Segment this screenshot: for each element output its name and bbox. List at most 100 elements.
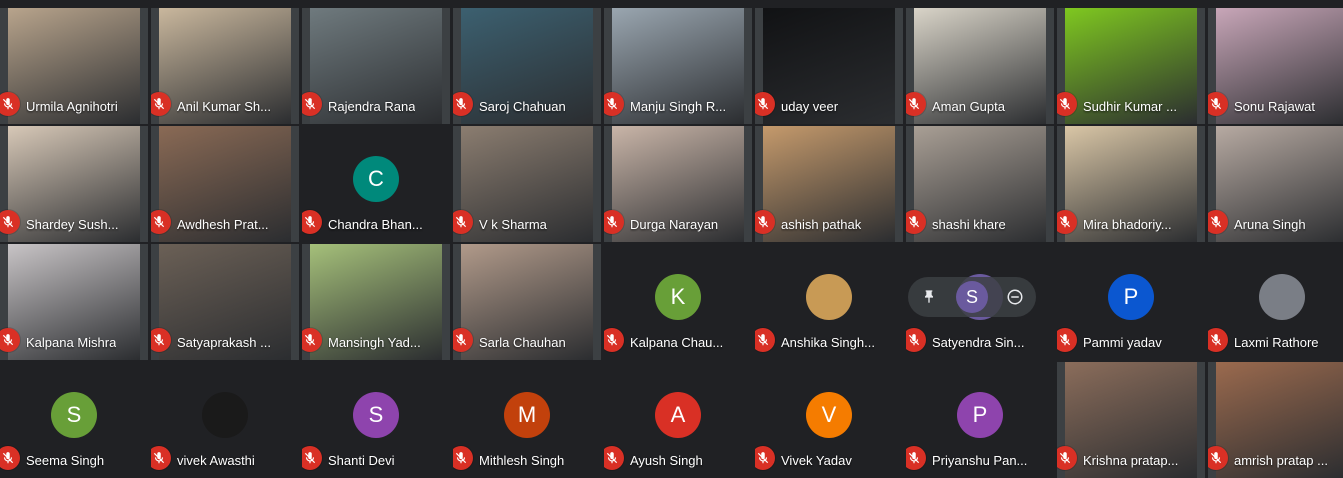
participant-tile[interactable]: Manju Singh R... bbox=[604, 8, 752, 124]
participant-tile[interactable]: ashish pathak bbox=[755, 126, 903, 242]
participant-name: shashi khare bbox=[932, 217, 1006, 232]
participant-avatar-mini: S bbox=[955, 281, 988, 313]
participant-name: Kalpana Mishra bbox=[26, 335, 117, 350]
participant-avatar bbox=[202, 392, 248, 439]
participant-name: Mansingh Yad... bbox=[328, 335, 421, 350]
participant-name: Anil Kumar Sh... bbox=[177, 99, 271, 114]
participant-tile[interactable]: uday veer bbox=[755, 8, 903, 124]
participant-name: Awdhesh Prat... bbox=[177, 217, 269, 232]
participant-tile[interactable]: M Mithlesh Singh bbox=[453, 362, 601, 478]
participant-name: amrish pratap ... bbox=[1234, 453, 1328, 468]
participant-name: Sudhir Kumar ... bbox=[1083, 99, 1177, 114]
participant-name: Chandra Bhan... bbox=[328, 217, 423, 232]
mic-off-icon bbox=[1057, 328, 1077, 352]
participant-tile[interactable]: Aman Gupta bbox=[906, 8, 1054, 124]
participant-name: Mira bhadoriy... bbox=[1083, 217, 1172, 232]
participant-name: Pammi yadav bbox=[1083, 335, 1162, 350]
participant-tile[interactable]: Krishna pratap... bbox=[1057, 362, 1205, 478]
participant-tile[interactable]: Sarla Chauhan bbox=[453, 244, 601, 360]
participant-name: Aruna Singh bbox=[1234, 217, 1306, 232]
participant-tile[interactable]: Mira bhadoriy... bbox=[1057, 126, 1205, 242]
participant-tile[interactable]: Awdhesh Prat... bbox=[151, 126, 299, 242]
participant-name: Krishna pratap... bbox=[1083, 453, 1179, 468]
participant-tile[interactable]: shashi khare bbox=[906, 126, 1054, 242]
participant-tile[interactable]: Laxmi Rathore bbox=[1208, 244, 1343, 360]
mic-off-icon bbox=[755, 328, 775, 352]
participant-name: V k Sharma bbox=[479, 217, 547, 232]
participant-name: Vivek Yadav bbox=[781, 453, 852, 468]
participant-tile[interactable]: K Kalpana Chau... bbox=[604, 244, 752, 360]
remove-icon[interactable] bbox=[999, 281, 1031, 313]
participant-tile[interactable]: S Seema Singh bbox=[0, 362, 148, 478]
participant-name: Manju Singh R... bbox=[630, 99, 727, 114]
participant-avatar: C bbox=[353, 156, 399, 203]
participant-tile[interactable]: Anshika Singh... bbox=[755, 244, 903, 360]
participant-tile[interactable]: Urmila Agnihotri bbox=[0, 8, 148, 124]
participant-tile[interactable]: A Ayush Singh bbox=[604, 362, 752, 478]
tile-hover-controls: S bbox=[908, 277, 1036, 317]
participant-tile[interactable]: vivek Awasthi bbox=[151, 362, 299, 478]
mic-off-icon bbox=[1208, 328, 1228, 352]
participant-name: Rajendra Rana bbox=[328, 99, 416, 114]
participant-name: Saroj Chahuan bbox=[479, 99, 566, 114]
participant-name: Sonu Rajawat bbox=[1234, 99, 1315, 114]
participant-name: ashish pathak bbox=[781, 217, 862, 232]
participant-name: Urmila Agnihotri bbox=[26, 99, 118, 114]
participant-tile[interactable]: P Pammi yadav bbox=[1057, 244, 1205, 360]
participant-tile[interactable]: SSSatyendra Sin... bbox=[906, 244, 1054, 360]
participant-name: Ayush Singh bbox=[630, 453, 703, 468]
participant-tile[interactable]: Sonu Rajawat bbox=[1208, 8, 1343, 124]
participant-tile[interactable]: C Chandra Bhan... bbox=[302, 126, 450, 242]
participant-tile[interactable]: P Priyanshu Pan... bbox=[906, 362, 1054, 478]
participant-avatar: A bbox=[655, 392, 701, 439]
participant-tile[interactable]: Kalpana Mishra bbox=[0, 244, 148, 360]
participant-name: Anshika Singh... bbox=[781, 335, 875, 350]
participant-tile[interactable]: Anil Kumar Sh... bbox=[151, 8, 299, 124]
participant-avatar: V bbox=[806, 392, 852, 439]
participant-name: Priyanshu Pan... bbox=[932, 453, 1028, 468]
participant-tile[interactable]: Saroj Chahuan bbox=[453, 8, 601, 124]
participant-avatar bbox=[806, 274, 852, 321]
participant-tile[interactable]: amrish pratap ... bbox=[1208, 362, 1343, 478]
participant-tile[interactable]: Shardey Sush... bbox=[0, 126, 148, 242]
participant-tile[interactable]: S Shanti Devi bbox=[302, 362, 450, 478]
participant-avatar: S bbox=[353, 392, 399, 439]
participant-tile[interactable]: Mansingh Yad... bbox=[302, 244, 450, 360]
participant-avatar: P bbox=[1108, 274, 1154, 321]
participant-name: Satyendra Sin... bbox=[932, 335, 1025, 350]
participant-tile[interactable]: V k Sharma bbox=[453, 126, 601, 242]
participant-avatar: M bbox=[504, 392, 550, 439]
mic-off-icon bbox=[604, 328, 624, 352]
participant-tile[interactable]: Sudhir Kumar ... bbox=[1057, 8, 1205, 124]
mic-off-icon bbox=[604, 446, 624, 470]
participant-avatar: S bbox=[51, 392, 97, 439]
participant-tile[interactable]: Durga Narayan bbox=[604, 126, 752, 242]
participant-tile[interactable]: V Vivek Yadav bbox=[755, 362, 903, 478]
participant-name: uday veer bbox=[781, 99, 839, 114]
mic-off-icon bbox=[151, 446, 171, 470]
participant-tile[interactable]: Aruna Singh bbox=[1208, 126, 1343, 242]
mic-off-icon bbox=[906, 328, 926, 352]
participant-name: Durga Narayan bbox=[630, 217, 719, 232]
mic-off-icon bbox=[453, 446, 473, 470]
participant-name: Shanti Devi bbox=[328, 453, 395, 468]
participant-name: Sarla Chauhan bbox=[479, 335, 566, 350]
participant-name: Aman Gupta bbox=[932, 99, 1005, 114]
participant-avatar bbox=[1259, 274, 1305, 321]
participant-avatar: K bbox=[655, 274, 701, 321]
participant-tile[interactable]: Satyaprakash ... bbox=[151, 244, 299, 360]
mic-off-icon bbox=[0, 446, 20, 470]
participant-name: Satyaprakash ... bbox=[177, 335, 271, 350]
participant-name: vivek Awasthi bbox=[177, 453, 255, 468]
participant-avatar: P bbox=[957, 392, 1003, 439]
participant-name: Laxmi Rathore bbox=[1234, 335, 1319, 350]
participant-name: Seema Singh bbox=[26, 453, 105, 468]
pin-icon[interactable] bbox=[913, 281, 945, 313]
mic-off-icon bbox=[302, 446, 322, 470]
participant-name: Mithlesh Singh bbox=[479, 453, 565, 468]
participant-name: Kalpana Chau... bbox=[630, 335, 724, 350]
participant-tile[interactable]: Rajendra Rana bbox=[302, 8, 450, 124]
participant-name: Shardey Sush... bbox=[26, 217, 119, 232]
mic-off-icon bbox=[906, 446, 926, 470]
mic-off-icon bbox=[302, 210, 322, 234]
